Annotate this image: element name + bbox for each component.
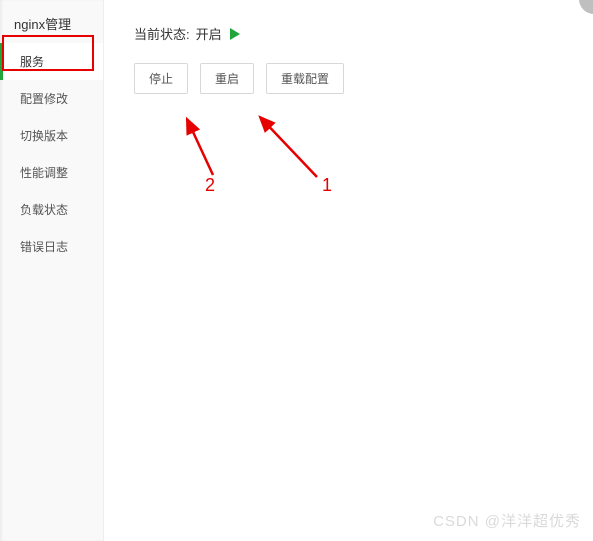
sidebar-item-switch-version[interactable]: 切换版本 bbox=[0, 117, 103, 154]
sidebar-item-service[interactable]: 服务 bbox=[0, 43, 103, 80]
sidebar-item-load-status[interactable]: 负载状态 bbox=[0, 191, 103, 228]
status-value: 开启 bbox=[196, 24, 222, 43]
sidebar-item-config-edit[interactable]: 配置修改 bbox=[0, 80, 103, 117]
sidebar-item-performance[interactable]: 性能调整 bbox=[0, 154, 103, 191]
sidebar: nginx管理 服务 配置修改 切换版本 性能调整 负载状态 错误日志 bbox=[0, 0, 104, 541]
status-label: 当前状态: bbox=[134, 24, 190, 43]
sidebar-item-error-log[interactable]: 错误日志 bbox=[0, 228, 103, 265]
annotation-label-1: 1 bbox=[322, 175, 332, 196]
stop-button[interactable]: 停止 bbox=[134, 63, 188, 94]
annotation-arrow-1 bbox=[260, 117, 317, 177]
status-line: 当前状态: 开启 bbox=[134, 24, 575, 43]
sidebar-title: nginx管理 bbox=[0, 0, 103, 43]
content-area: 当前状态: 开启 停止 重启 重载配置 2 1 bbox=[104, 0, 593, 541]
action-buttons: 停止 重启 重载配置 bbox=[134, 63, 575, 94]
play-icon bbox=[230, 28, 240, 40]
restart-button[interactable]: 重启 bbox=[200, 63, 254, 94]
annotation-arrow-2 bbox=[187, 119, 213, 175]
reload-config-button[interactable]: 重载配置 bbox=[266, 63, 344, 94]
annotation-label-2: 2 bbox=[205, 175, 215, 196]
